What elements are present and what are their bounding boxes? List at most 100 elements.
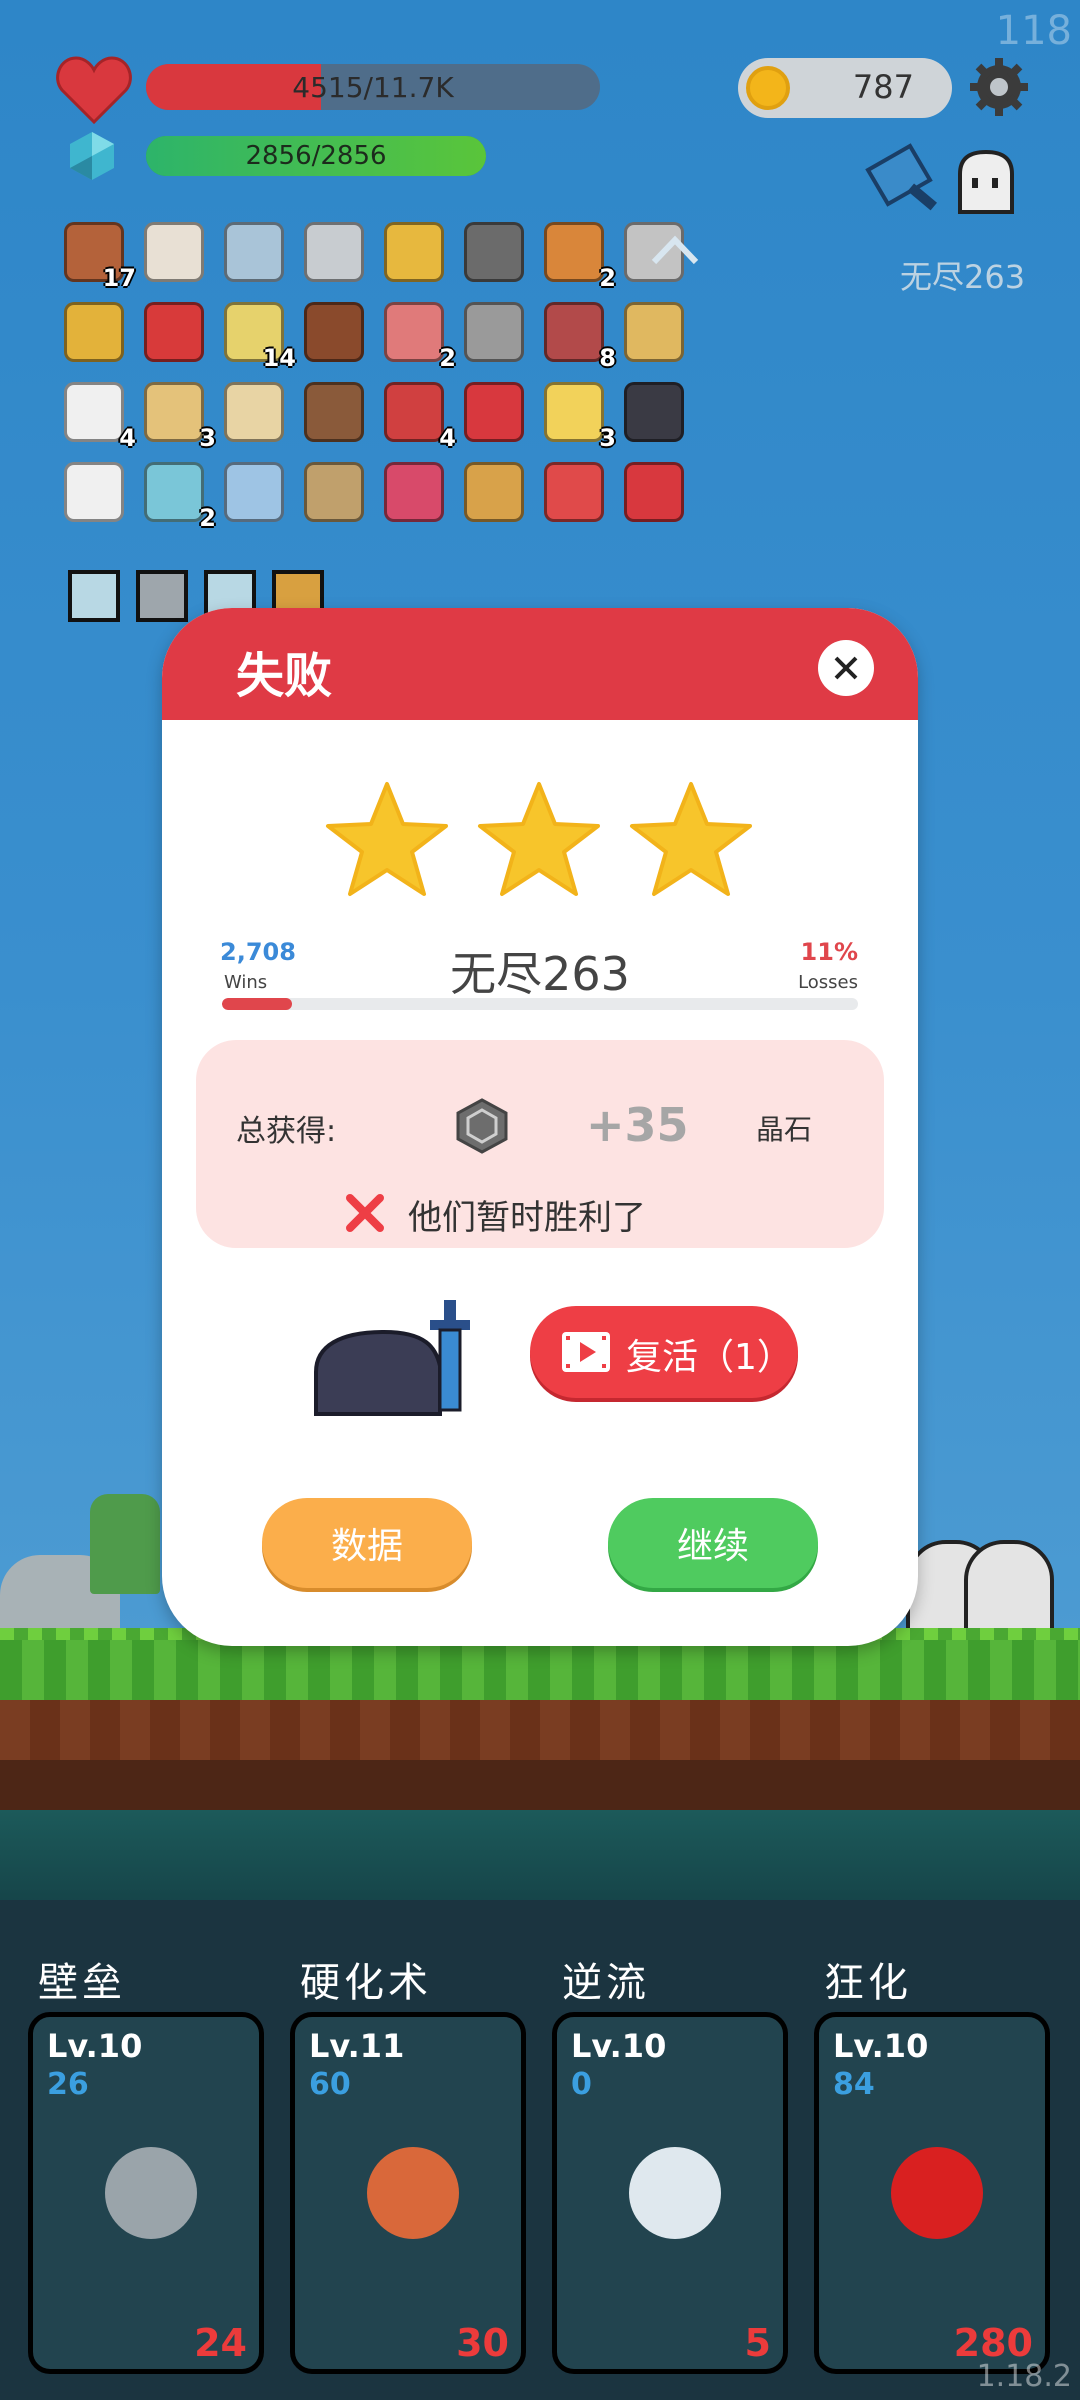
inventory-item[interactable] (140, 298, 208, 366)
inventory-item[interactable] (220, 458, 288, 526)
inventory-item[interactable]: 3 (540, 378, 616, 452)
item-count: 4 (439, 424, 456, 452)
continue-button[interactable]: 继续 (608, 1498, 818, 1588)
skill-level: Lv.10 (571, 2027, 667, 2065)
item-count: 17 (102, 264, 136, 292)
dice-icon (64, 382, 124, 442)
hp-text: 4515/11.7K (292, 70, 454, 104)
inventory-item[interactable]: 17 (60, 218, 136, 292)
gear-icon[interactable] (968, 56, 1030, 118)
potion-icon (304, 382, 364, 442)
grave-sword-icon (314, 1300, 470, 1416)
inventory-item[interactable] (300, 298, 368, 366)
revive-label: 复活（1） (626, 1337, 793, 1378)
video-ad-icon (562, 1332, 610, 1372)
inventory-item[interactable] (460, 218, 528, 286)
dialog-title: 失败 (236, 648, 333, 704)
inventory-item[interactable]: 2 (540, 218, 616, 292)
cross-icon (346, 1194, 384, 1232)
inventory-item[interactable]: 2 (380, 298, 456, 372)
chevron-up-icon[interactable] (648, 230, 702, 270)
skill-level: Lv.10 (47, 2027, 143, 2065)
inventory-item[interactable]: 8 (540, 298, 616, 372)
inventory-item[interactable]: 4 (60, 378, 136, 452)
item-count: 2 (599, 264, 616, 292)
inventory-item[interactable] (60, 298, 128, 366)
skill-card[interactable]: Lv.10 26 24 (28, 2012, 264, 2374)
inventory-item[interactable] (300, 458, 368, 526)
star-icon (478, 782, 600, 896)
defeat-dialog: 失败 2,708 Wins 无尽263 11% Losses 总获得: +35 … (162, 608, 918, 1646)
grass-ground (0, 1640, 1080, 1700)
inventory-item[interactable] (300, 378, 368, 446)
inventory-item[interactable] (460, 458, 528, 526)
inventory-item[interactable]: 14 (220, 298, 296, 372)
stage-label: 无尽263 (900, 258, 1026, 296)
inventory-item[interactable] (220, 378, 288, 446)
coin-amount: 787 (852, 68, 914, 106)
skill-card[interactable]: Lv.11 60 30 (290, 2012, 526, 2374)
book-icon (464, 462, 524, 522)
inventory-item[interactable] (460, 298, 528, 366)
skill-value: 60 (309, 2067, 351, 2102)
enemy-sprite (964, 1540, 1054, 1636)
item-count: 3 (199, 424, 216, 452)
skill-level: Lv.10 (833, 2027, 929, 2065)
skill-name: 逆流 (562, 1960, 650, 2006)
skill-name: 硬化术 (300, 1960, 432, 2006)
inventory-item[interactable]: 2 (140, 458, 216, 532)
mace-icon (464, 222, 524, 282)
meteor-icon (544, 222, 604, 282)
inventory-item[interactable] (140, 218, 208, 286)
item-count: 8 (599, 344, 616, 372)
bow-icon (304, 462, 364, 522)
inventory-item[interactable] (380, 218, 448, 286)
sock-icon (384, 382, 444, 442)
inventory-item[interactable] (380, 458, 448, 526)
item-count: 3 (599, 424, 616, 452)
close-button[interactable] (818, 640, 874, 696)
coin-icon (746, 66, 790, 110)
skill-level: Lv.11 (309, 2027, 405, 2065)
dialog-header: 失败 (162, 608, 918, 720)
ghost-icon (958, 149, 1014, 214)
loss-percent: 11% (800, 938, 858, 966)
item-count: 4 (119, 424, 136, 452)
sword-icon (304, 222, 364, 282)
revive-button[interactable]: 复活（1） (530, 1306, 798, 1398)
skill-card[interactable]: Lv.10 84 280 (814, 2012, 1050, 2374)
wind-icon (629, 2147, 721, 2239)
stats-label: 数据 (330, 1526, 403, 1567)
coin-counter: 787 (738, 58, 952, 118)
skill-value: 26 (47, 2067, 89, 2102)
cloth-icon (224, 222, 284, 282)
checklist-icon (64, 462, 124, 522)
reward-unit: 晶石 (756, 1113, 813, 1146)
reward-label: 总获得: (236, 1114, 337, 1149)
ring-icon (384, 222, 444, 282)
inventory-item[interactable]: 3 (140, 378, 216, 452)
armor-icon (105, 2147, 197, 2239)
item-count: 14 (262, 344, 296, 372)
inventory-item[interactable] (620, 378, 688, 446)
inventory-item[interactable] (540, 458, 608, 526)
light-buff-icon[interactable] (68, 570, 120, 622)
star-icon (326, 782, 448, 896)
skill-value: 0 (571, 2067, 592, 2102)
skill-name: 壁垒 (38, 1960, 126, 2006)
tombstone-icon (544, 302, 604, 362)
mp-text: 2856/2856 (245, 141, 387, 171)
skill-card[interactable]: Lv.10 0 5 (552, 2012, 788, 2374)
inventory-item[interactable] (620, 298, 688, 366)
inventory-item[interactable] (460, 378, 528, 446)
version-label: 1.18.2 (976, 2359, 1072, 2394)
inventory-item[interactable] (620, 458, 688, 526)
pill-icon (384, 302, 444, 362)
stats-button[interactable]: 数据 (262, 1498, 472, 1588)
gauntlet-icon (144, 222, 204, 282)
inventory-item[interactable] (60, 458, 128, 526)
inventory-item[interactable]: 4 (380, 378, 456, 452)
inventory-item[interactable] (220, 218, 288, 286)
strawberry-icon (144, 302, 204, 362)
inventory-item[interactable] (300, 218, 368, 286)
